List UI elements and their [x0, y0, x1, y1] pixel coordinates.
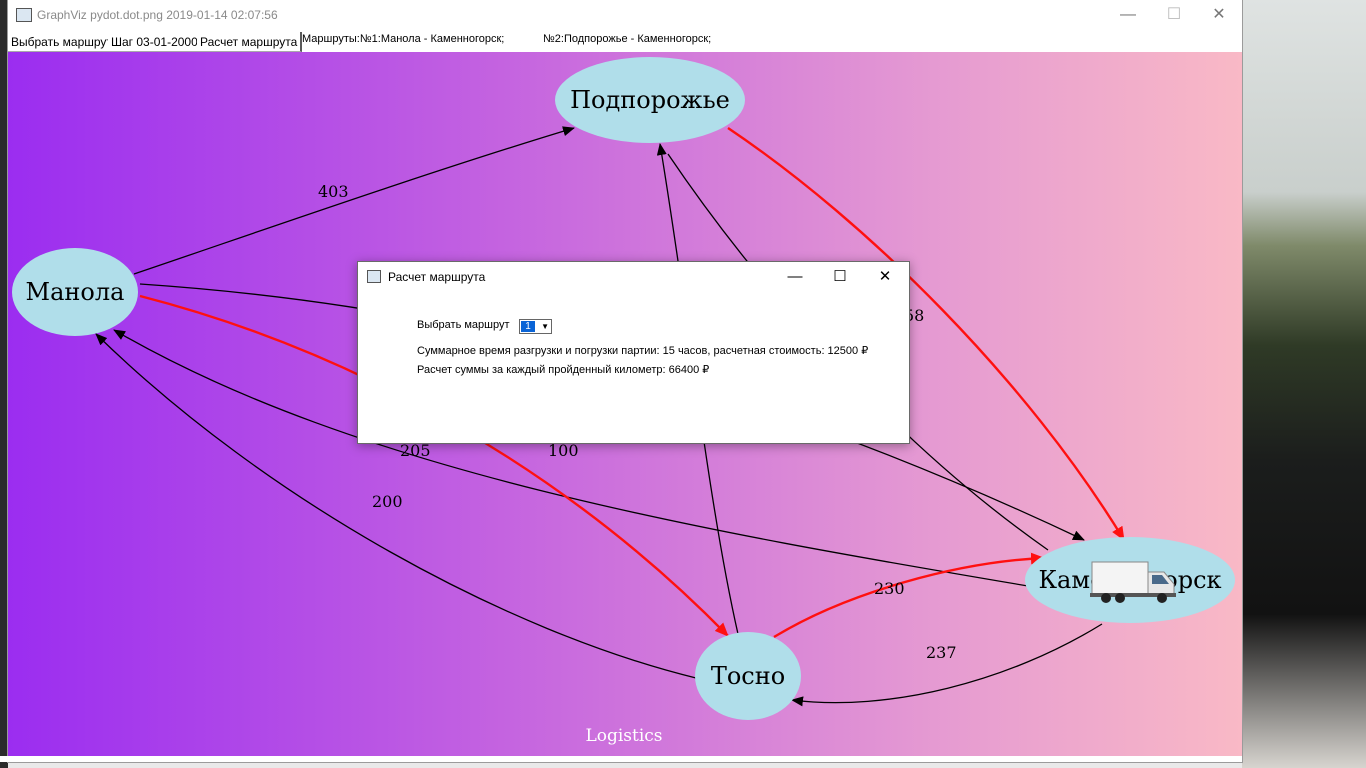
- edge-manola-podporozhye: [133, 126, 575, 275]
- route-calc-dialog: Расчет маршрута — ☐ ✕ Выбрать маршрут 1 …: [357, 261, 910, 444]
- desktop-background-left: [0, 0, 8, 768]
- edge-label-230: 230: [874, 579, 905, 598]
- dialog-title: Расчет маршрута: [388, 270, 486, 284]
- window-bottom-border: [0, 756, 1242, 762]
- app-icon: [367, 270, 381, 283]
- route2-label: №2:Подпорожье - Каменногорск;: [543, 33, 712, 45]
- dialog-close-button[interactable]: ✕: [863, 262, 907, 292]
- edge-label-237: 237: [926, 643, 957, 662]
- chevron-down-icon: ▼: [541, 322, 549, 331]
- close-button[interactable]: ✕: [1196, 0, 1242, 30]
- maximize-button[interactable]: ☐: [1151, 0, 1197, 30]
- node-label-podporozhye: Подпорожье: [570, 86, 730, 114]
- node-label-tosno: Тосно: [711, 662, 785, 690]
- desktop-background-photo: [1242, 0, 1366, 768]
- edge-tosno-kamennogorsk-red: [773, 552, 1045, 639]
- route-select-dropdown[interactable]: 1 ▼: [519, 319, 552, 334]
- step-button[interactable]: Шаг 03-01-2000: [108, 32, 203, 52]
- app-icon: [16, 8, 32, 22]
- select-route-label: Выбрать маршрут: [417, 319, 510, 331]
- dialog-minimize-button[interactable]: —: [773, 262, 817, 292]
- dialog-maximize-button[interactable]: ☐: [818, 262, 862, 292]
- truck-icon: [1090, 561, 1176, 603]
- edge-label-200: 200: [372, 492, 403, 511]
- km-cost-text: Расчет суммы за каждый пройденный киломе…: [417, 364, 710, 376]
- graph-caption: Logistics: [585, 726, 662, 746]
- routes-label: Маршруты:№1:Манола - Каменногорск;: [302, 33, 505, 45]
- dialog-title-bar[interactable]: Расчет маршрута — ☐ ✕: [358, 262, 909, 292]
- edge-label-403: 403: [318, 182, 349, 201]
- node-label-manola: Манола: [26, 278, 125, 306]
- route-select-value: 1: [521, 321, 535, 332]
- toolbar: Выбрать маршрут Шаг 03-01-2000 Расчет ма…: [8, 30, 1242, 52]
- select-route-button[interactable]: Выбрать маршрут: [8, 32, 117, 52]
- summary-text: Суммарное время разгрузки и погрузки пар…: [417, 345, 869, 357]
- calc-route-button[interactable]: Расчет маршрута: [197, 32, 303, 52]
- edge-kamennogorsk-tosno: [791, 623, 1103, 707]
- minimize-button[interactable]: —: [1105, 0, 1151, 30]
- title-bar[interactable]: GraphViz pydot.dot.png 2019-01-14 02:07:…: [8, 0, 1242, 30]
- window-title: GraphViz pydot.dot.png 2019-01-14 02:07:…: [37, 8, 278, 22]
